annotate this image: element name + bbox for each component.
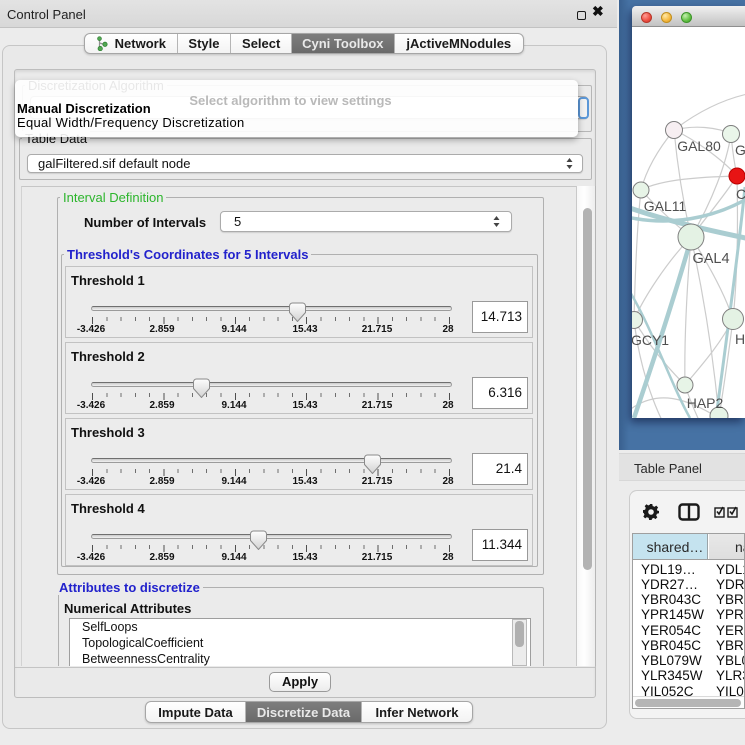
svg-text:GCY1: GCY1 xyxy=(632,332,669,348)
svg-text:GAL80: GAL80 xyxy=(677,138,721,154)
svg-text:GAL11: GAL11 xyxy=(644,198,687,214)
svg-text:H: H xyxy=(735,331,745,347)
svg-text:GAL4: GAL4 xyxy=(692,251,729,267)
svg-text:HAP2: HAP2 xyxy=(687,395,724,411)
svg-text:C: C xyxy=(736,186,745,202)
svg-text:GA: GA xyxy=(735,142,745,158)
